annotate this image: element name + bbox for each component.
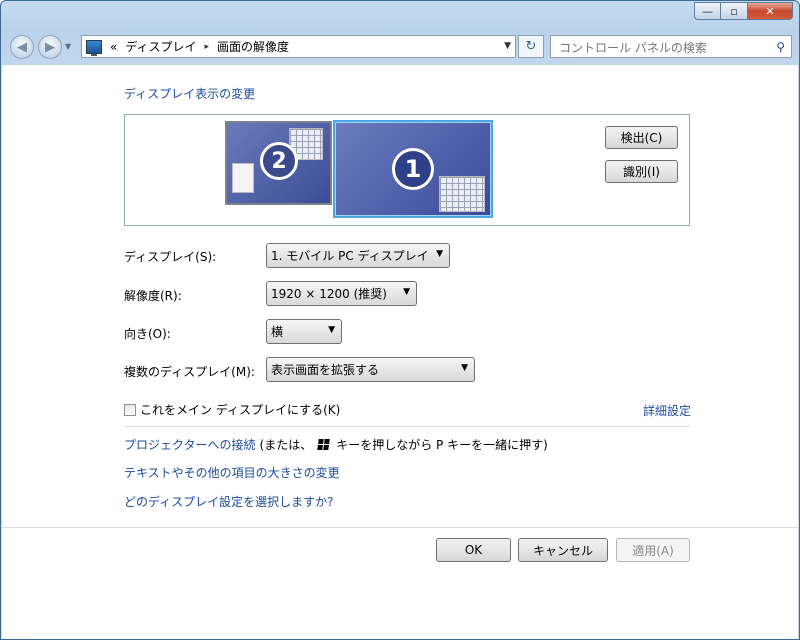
main-display-checkbox-label[interactable]: これをメイン ディスプレイにする(K)	[140, 401, 340, 418]
monitor-2[interactable]: 2	[225, 121, 332, 205]
display-label: ディスプレイ(S):	[124, 250, 217, 264]
chevron-down-icon: ▼	[436, 249, 443, 259]
windows-logo-icon	[317, 439, 331, 450]
ok-button[interactable]: OK	[436, 538, 511, 562]
display-select-value: 1. モバイル PC ディスプレイ	[271, 249, 429, 263]
resolution-label: 解像度(R):	[124, 289, 182, 303]
refresh-button[interactable]: ↻	[518, 35, 544, 58]
text-size-link[interactable]: テキストやその他の項目の大きさの変更	[124, 464, 340, 481]
resolution-select-value: 1920 × 1200 (推奨)	[271, 287, 387, 301]
back-arrow-icon: ◀	[17, 39, 27, 55]
search-input[interactable]	[557, 37, 771, 58]
monitor-arrangement-panel: 2 1 検出(C) 識別(I)	[124, 114, 690, 226]
breadcrumb-overflow-icon[interactable]: «	[110, 40, 117, 54]
orientation-select-value: 横	[271, 325, 284, 339]
window-thumbnail	[439, 176, 485, 212]
navigation-bar: ◀ ▶ ▼ « ディスプレイ ▸ 画面の解像度 ▼ ↻ ⚲	[1, 31, 799, 65]
projector-row: プロジェクターへの接続 (または、 キーを押しながら P キーを一緒に押す)	[124, 436, 548, 453]
recent-pages-dropdown[interactable]: ▼	[65, 42, 71, 51]
display-icon	[86, 39, 102, 56]
resolution-select[interactable]: 1920 × 1200 (推奨) ▼	[266, 281, 417, 306]
monitor-number-badge: 2	[260, 142, 298, 180]
content-area: ディスプレイ表示の変更 2 1 検出(C) 識別(I) ディスプレイ(S): 1…	[2, 65, 798, 639]
cancel-button[interactable]: キャンセル	[518, 538, 608, 562]
page-title: ディスプレイ表示の変更	[124, 87, 256, 101]
maximize-button[interactable]: ▫	[721, 2, 748, 20]
minimize-button[interactable]: —	[694, 2, 721, 20]
multiple-displays-label: 複数のディスプレイ(M):	[124, 365, 255, 379]
monitor-number-badge: 1	[392, 148, 434, 190]
close-button[interactable]: ✕	[748, 2, 793, 20]
multiple-displays-select-value: 表示画面を拡張する	[271, 363, 380, 377]
chevron-down-icon: ▼	[328, 325, 335, 335]
which-settings-link[interactable]: どのディスプレイ設定を選択しますか?	[124, 493, 334, 510]
search-icon[interactable]: ⚲	[776, 40, 785, 54]
monitor-1[interactable]: 1	[333, 120, 493, 218]
chevron-down-icon: ▼	[461, 363, 468, 373]
projector-hint-text-end: キーを押しながら P キーを一緒に押す)	[336, 438, 548, 452]
window-thumbnail	[232, 163, 254, 193]
control-panel-window: — ▫ ✕ ◀ ▶ ▼ « ディスプレイ ▸ 画面の解像度 ▼ ↻ ⚲ ディスプ…	[0, 0, 800, 640]
display-select[interactable]: 1. モバイル PC ディスプレイ ▼	[266, 243, 450, 268]
back-button[interactable]: ◀	[10, 35, 34, 59]
forward-arrow-icon: ▶	[45, 39, 55, 55]
address-bar[interactable]: « ディスプレイ ▸ 画面の解像度 ▼	[81, 35, 516, 58]
chevron-down-icon: ▼	[403, 287, 410, 297]
address-dropdown-icon[interactable]: ▼	[504, 41, 511, 51]
search-box[interactable]: ⚲	[550, 35, 792, 58]
main-display-checkbox[interactable]	[124, 403, 136, 416]
chevron-right-icon[interactable]: ▸	[205, 42, 210, 52]
connect-projector-link[interactable]: プロジェクターへの接続	[124, 436, 256, 453]
caption-buttons: — ▫ ✕	[694, 2, 793, 20]
advanced-settings-link[interactable]: 詳細設定	[643, 402, 691, 419]
main-display-option[interactable]: これをメイン ディスプレイにする(K)	[124, 401, 340, 418]
orientation-label: 向き(O):	[124, 327, 171, 341]
identify-button[interactable]: 識別(I)	[605, 160, 678, 183]
breadcrumb: « ディスプレイ ▸ 画面の解像度	[110, 38, 289, 55]
divider	[124, 426, 690, 427]
orientation-select[interactable]: 横 ▼	[266, 319, 342, 344]
breadcrumb-screen-resolution[interactable]: 画面の解像度	[217, 38, 289, 55]
footer-divider	[2, 527, 798, 528]
apply-button[interactable]: 適用(A)	[616, 538, 690, 562]
refresh-icon: ↻	[525, 39, 537, 54]
projector-hint-text: (または、	[259, 438, 313, 452]
breadcrumb-display[interactable]: ディスプレイ	[125, 38, 196, 55]
forward-button[interactable]: ▶	[38, 35, 62, 59]
detect-button[interactable]: 検出(C)	[605, 126, 678, 149]
multiple-displays-select[interactable]: 表示画面を拡張する ▼	[266, 357, 475, 382]
